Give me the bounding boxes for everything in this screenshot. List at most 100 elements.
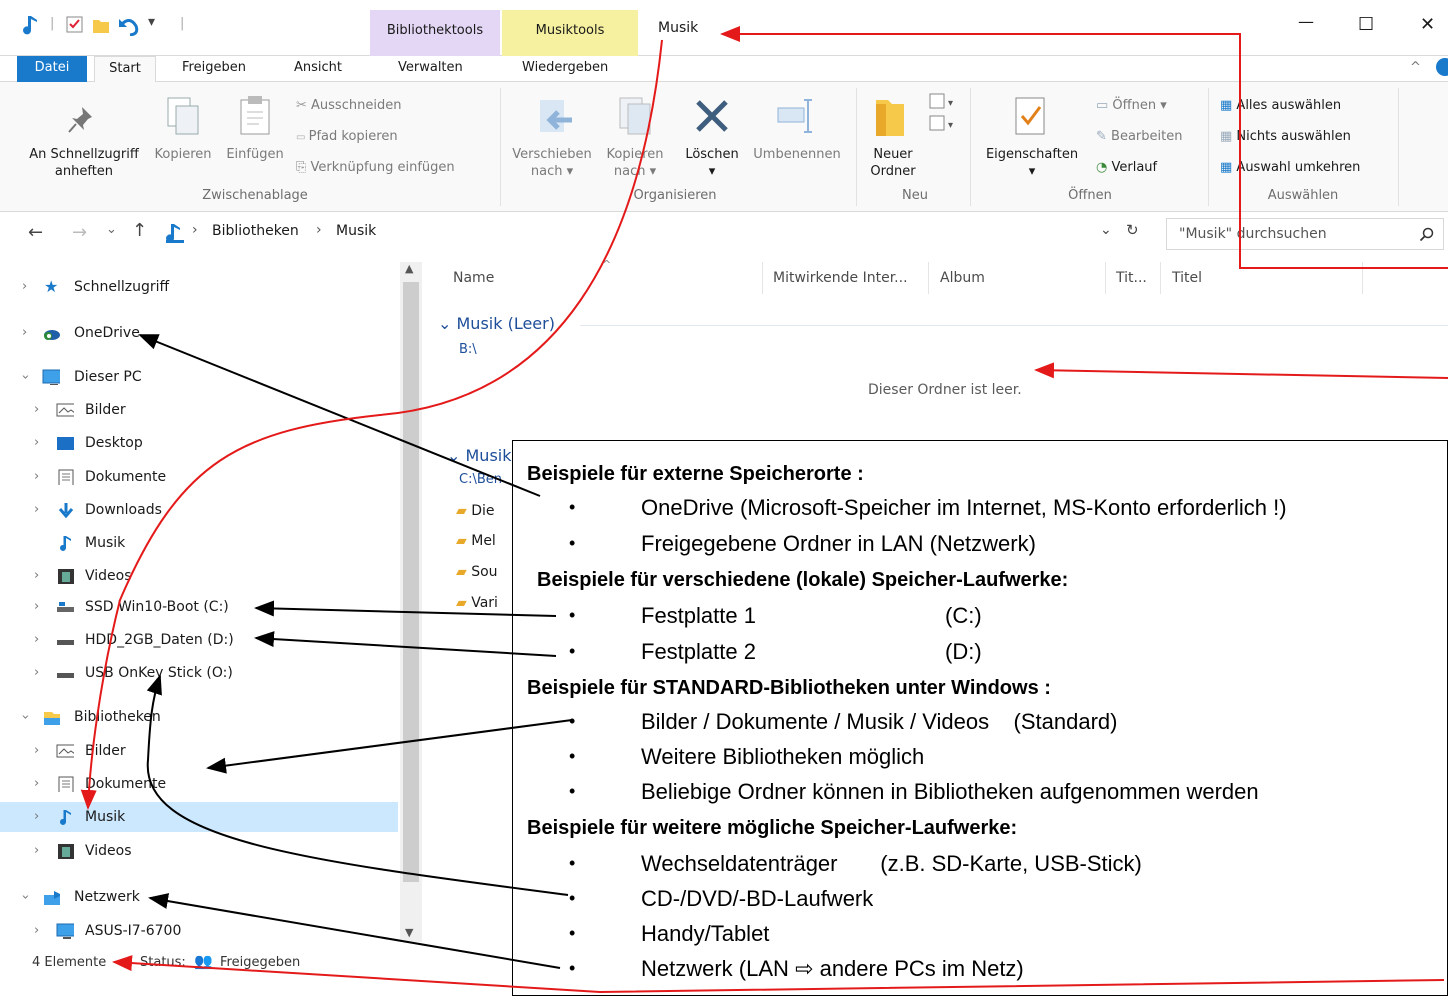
back-button[interactable]: ← xyxy=(28,222,43,243)
nav-item-pc-downloads[interactable]: › Downloads xyxy=(0,495,398,525)
expand-chevron-icon[interactable]: › xyxy=(34,495,39,525)
select-none-button[interactable]: ▦ Nichts auswählen xyxy=(1220,129,1351,145)
nav-item-pc-desktop[interactable]: › Desktop xyxy=(0,428,398,458)
nav-item-lib-bilder[interactable]: › Bilder xyxy=(0,736,398,766)
copy-button[interactable]: Kopieren xyxy=(150,146,216,163)
nav-item-pc-videos[interactable]: › Videos xyxy=(0,561,398,591)
column-separator[interactable] xyxy=(1160,262,1161,294)
tab-verwalten[interactable]: Verwalten xyxy=(398,60,463,75)
expand-chevron-icon[interactable]: › xyxy=(34,428,39,458)
paste-button[interactable]: Einfügen xyxy=(220,146,290,163)
expand-chevron-icon[interactable]: › xyxy=(34,462,39,492)
edit-button[interactable]: ✎ Bearbeiten xyxy=(1096,129,1182,145)
file-item[interactable]: ▰ Mel xyxy=(456,533,496,549)
column-header-track[interactable]: Tit... xyxy=(1116,270,1147,286)
nav-item-pc-musik[interactable]: Musik xyxy=(0,528,398,558)
address-dropdown-icon[interactable]: ⌄ xyxy=(1100,222,1112,238)
column-header-album[interactable]: Album xyxy=(940,270,985,286)
nav-item-lib-dokumente[interactable]: › Dokumente xyxy=(0,769,398,799)
file-item[interactable]: ▰ Vari xyxy=(456,595,498,611)
scroll-down-icon[interactable]: ▼ xyxy=(405,926,413,939)
cut-button[interactable]: ✂ Ausschneiden xyxy=(296,98,401,114)
nav-item-drive-o[interactable]: › USB OnKey Stick (O:) xyxy=(0,658,398,688)
nav-item-dieser-pc[interactable]: › Dieser PC xyxy=(0,362,398,392)
rename-button[interactable]: Umbenennen xyxy=(746,146,848,163)
tab-ansicht[interactable]: Ansicht xyxy=(294,60,342,75)
breadcrumb-musik[interactable]: Musik xyxy=(336,223,376,239)
column-header-artists[interactable]: Mitwirkende Inter... xyxy=(773,270,908,286)
group-collapse-icon[interactable]: ⌄ xyxy=(438,314,457,333)
column-separator[interactable] xyxy=(762,262,763,294)
properties-check-icon[interactable] xyxy=(66,16,84,34)
new-folder-icon[interactable] xyxy=(92,16,110,34)
select-all-button[interactable]: ▦ Alles auswählen xyxy=(1220,98,1341,114)
recent-locations-button[interactable]: ⌄ xyxy=(106,222,117,237)
collapse-ribbon-icon[interactable]: ^ xyxy=(1410,60,1421,75)
expand-chevron-icon[interactable]: › xyxy=(34,736,39,766)
expand-chevron-icon[interactable]: › xyxy=(34,625,39,655)
new-folder-button[interactable]: Neuer Ordner xyxy=(862,146,924,180)
file-item[interactable]: ▰ Die xyxy=(456,503,495,519)
nav-item-bibliotheken[interactable]: › Bibliotheken xyxy=(0,702,398,732)
expand-chevron-icon[interactable]: › xyxy=(34,916,39,946)
help-icon[interactable] xyxy=(1436,58,1448,76)
group-collapse-icon[interactable]: ⌄ xyxy=(447,446,466,465)
context-tab-bibliothektools[interactable]: Bibliothektools xyxy=(370,10,500,56)
pin-quick-access-button[interactable]: An Schnellzugriff anheften xyxy=(22,146,146,180)
group-header-musik[interactable]: ⌄ Musik xyxy=(447,446,512,465)
tab-datei[interactable]: Datei xyxy=(17,56,87,82)
maximize-button[interactable]: ☐ xyxy=(1358,14,1374,35)
nav-item-lib-musik-selected[interactable]: › Musik xyxy=(0,802,398,832)
qat-customize-icon[interactable]: ▾ xyxy=(148,14,155,30)
nav-item-pc-dokumente[interactable]: › Dokumente xyxy=(0,462,398,492)
expand-chevron-icon[interactable]: › xyxy=(34,769,39,799)
tab-wiedergeben[interactable]: Wiedergeben xyxy=(522,60,608,75)
nav-item-netzwerk[interactable]: › Netzwerk xyxy=(0,882,398,912)
history-button[interactable]: ◔ Verlauf xyxy=(1096,160,1157,176)
scroll-up-icon[interactable]: ▲ xyxy=(405,262,413,275)
minimize-button[interactable]: — xyxy=(1298,12,1314,31)
search-box[interactable]: "Musik" durchsuchen xyxy=(1166,218,1444,250)
expand-chevron-icon[interactable]: › xyxy=(34,802,39,832)
expand-chevron-icon[interactable]: › xyxy=(34,592,39,622)
column-separator[interactable] xyxy=(928,262,929,294)
breadcrumb-bibliotheken[interactable]: Bibliotheken xyxy=(212,223,299,239)
scrollbar-thumb[interactable] xyxy=(403,282,419,882)
column-separator[interactable] xyxy=(1362,262,1363,294)
invert-selection-button[interactable]: ▦ Auswahl umkehren xyxy=(1220,160,1360,176)
nav-scrollbar[interactable]: ▲ ▼ xyxy=(400,262,422,942)
expand-chevron-icon[interactable]: › xyxy=(34,836,39,866)
nav-item-onedrive[interactable]: › OneDrive xyxy=(0,318,398,348)
file-item[interactable]: ▰ Sou xyxy=(456,564,498,580)
nav-item-drive-d[interactable]: › HDD_2GB_Daten (D:) xyxy=(0,625,398,655)
paste-shortcut-button[interactable]: ⎘ Verknüpfung einfügen xyxy=(296,160,455,176)
nav-item-net-pc[interactable]: › ASUS-I7-6700 xyxy=(0,916,398,946)
copy-to-button[interactable]: Kopieren nach ▾ xyxy=(600,146,670,180)
open-button[interactable]: ▭ Öffnen ▾ xyxy=(1096,98,1167,114)
delete-button[interactable]: Löschen ▾ xyxy=(678,146,746,180)
move-to-button[interactable]: Verschieben nach ▾ xyxy=(506,146,598,180)
up-button[interactable]: ↑ xyxy=(132,220,147,241)
tab-start[interactable]: Start xyxy=(94,56,156,83)
column-header-name[interactable]: Name xyxy=(453,270,494,286)
nav-item-drive-c[interactable]: › SSD Win10-Boot (C:) xyxy=(0,592,398,622)
column-header-title[interactable]: Titel xyxy=(1172,270,1202,286)
context-tab-musiktools[interactable]: Musiktools xyxy=(502,10,638,56)
expand-chevron-icon[interactable]: › xyxy=(34,561,39,591)
close-button[interactable]: ✕ xyxy=(1420,14,1435,35)
tab-freigeben[interactable]: Freigeben xyxy=(182,60,246,75)
copy-path-button[interactable]: ▭ Pfad kopieren xyxy=(296,129,398,146)
nav-item-pc-bilder[interactable]: › Bilder xyxy=(0,395,398,425)
nav-item-lib-videos[interactable]: › Videos xyxy=(0,836,398,866)
properties-button[interactable]: Eigenschaften ▾ xyxy=(978,146,1086,180)
collapse-chevron-icon[interactable]: › xyxy=(10,714,40,719)
expand-chevron-icon[interactable]: › xyxy=(22,318,27,348)
undo-icon[interactable] xyxy=(118,16,140,36)
forward-button[interactable]: → xyxy=(72,222,87,243)
column-separator[interactable] xyxy=(1105,262,1106,294)
expand-chevron-icon[interactable]: › xyxy=(22,272,27,302)
nav-item-schnellzugriff[interactable]: › ★ Schnellzugriff xyxy=(0,272,398,302)
refresh-icon[interactable]: ↻ xyxy=(1126,221,1139,239)
group-header-musik-leer[interactable]: ⌄ Musik (Leer) xyxy=(438,314,555,333)
expand-chevron-icon[interactable]: › xyxy=(34,395,39,425)
